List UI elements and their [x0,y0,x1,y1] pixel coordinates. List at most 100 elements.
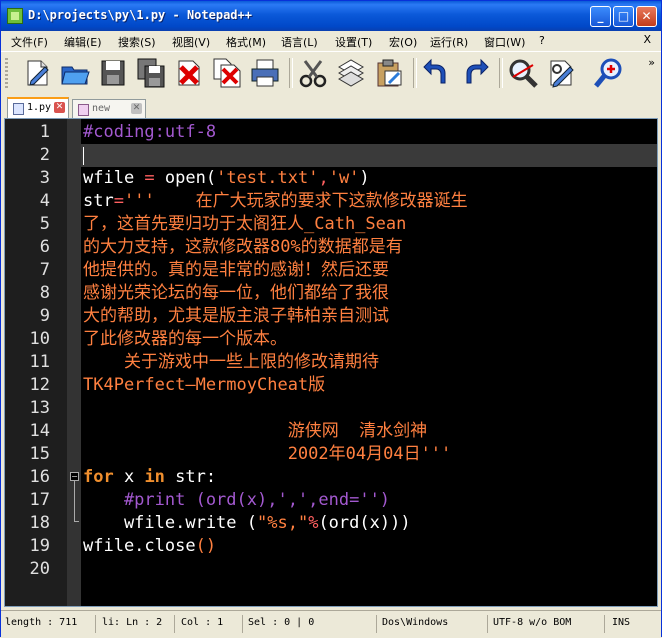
status-insert-mode[interactable]: INS [612,617,630,628]
line-number: 20 [29,559,50,579]
code-line-19: wfile.close() [83,535,216,558]
status-divider [487,615,488,633]
menu-search[interactable]: 搜索(S) [118,34,156,50]
line-number: 4 [39,191,50,211]
line-number: 13 [29,398,50,418]
title-bar[interactable]: D:\projects\py\1.py - Notepad++ _ □ ✕ [1,1,661,31]
status-selection: Sel : 0 | 0 [248,617,315,628]
operator-token: = [144,168,155,188]
find-icon[interactable] [507,57,539,89]
copy-icon[interactable] [335,57,367,89]
saved-file-icon [13,103,24,115]
tab-new[interactable]: new ✕ [72,99,146,118]
toolbar-grip[interactable] [5,58,8,88]
code-line-3: wfile = open('test.txt','w') [83,167,370,190]
call-token: (ord(x))) [318,513,411,533]
new-file-icon[interactable] [21,57,53,89]
menu-macro[interactable]: 宏(O) [389,34,417,50]
status-divider [376,615,377,633]
replace-icon[interactable] [545,57,577,89]
status-divider [95,615,96,633]
close-button[interactable]: ✕ [636,6,657,27]
undo-icon[interactable] [421,57,453,89]
tab-close-icon[interactable]: ✕ [131,103,142,114]
menu-run[interactable]: 运行(R) [430,34,468,50]
fold-line [74,481,75,521]
tab-close-icon[interactable]: ✕ [54,102,65,113]
fold-margin[interactable] [67,119,81,606]
paste-icon[interactable] [373,57,405,89]
paren-token: () [195,536,217,556]
tab-label: 1.py [27,102,52,113]
code-line-16: for x in str: [83,466,216,489]
toolbar-separator [499,58,503,88]
line-number: 5 [39,214,50,234]
line-number: 11 [29,352,50,372]
open-folder-icon[interactable] [59,57,91,89]
string-token: "%s," [257,513,309,533]
status-length: length : 711 [5,617,78,628]
status-divider [242,615,243,633]
menu-file[interactable]: 文件(F) [11,34,48,50]
fold-end-marker [74,521,79,522]
code-editor[interactable]: 1 2 3 4 5 6 7 8 9 10 11 12 13 14 15 16 1… [4,118,658,607]
code-line-15: 2002年04月04日''' [83,444,452,464]
menu-format[interactable]: 格式(M) [226,34,266,50]
code-line-7: 他提供的。真的是非常的感谢！然后还要 [83,260,389,280]
notepadpp-app-icon[interactable] [7,8,23,24]
menu-window[interactable]: 窗口(W) [484,34,525,50]
close-file-icon[interactable] [173,57,205,89]
menu-help[interactable]: ? [539,34,545,47]
line-number: 3 [39,168,50,188]
line-number: 14 [29,421,50,441]
paren-token: ) [359,168,370,188]
maximize-button[interactable]: □ [613,6,634,27]
cut-icon[interactable] [297,57,329,89]
line-number: 17 [29,490,50,510]
line-number: 12 [29,375,50,395]
code-line-18: wfile.write ("%s,"%(ord(x))) [83,512,411,535]
call-token: wfile.close [83,536,196,556]
zoom-in-icon[interactable] [593,57,625,89]
call-token: wfile.write ( [83,513,257,533]
line-number: 10 [29,329,50,349]
unsaved-file-icon [78,104,89,116]
status-eol-format[interactable]: Dos\Windows [382,617,448,628]
code-line-4: str=''' 在广大玩家的要求下这款修改器诞生 [83,190,468,213]
call-token: open( [154,168,217,188]
keyword-token: for [83,467,114,487]
tab-bar: 1.py ✕ new ✕ [1,96,661,118]
print-icon[interactable] [249,57,281,89]
fold-toggle-icon[interactable]: − [70,472,79,481]
identifier-token: wfile [83,168,145,188]
status-encoding[interactable]: UTF-8 w/o BOM [493,617,571,628]
code-line-6: 的大力支持，这款修改器80%的数据都是有 [83,237,403,257]
toolbar: » [1,51,661,97]
status-bar: length : 711 li: Ln : 2 Col : 1 Sel : 0 … [1,610,661,638]
menu-settings[interactable]: 设置(T) [335,34,372,50]
line-number: 18 [29,513,50,533]
minimize-button[interactable]: _ [590,6,611,27]
status-line: li: Ln : 2 [102,617,163,628]
menu-close-doc-button[interactable]: X [643,33,651,46]
keyword-token: in [144,467,165,487]
code-line-17: #print (ord(x),',',end='') [83,490,391,510]
close-all-icon[interactable] [211,57,243,89]
string-token: ''' 在广大玩家的要求下这款修改器诞生 [123,191,468,211]
menu-edit[interactable]: 编辑(E) [64,34,102,50]
toolbar-overflow-chevron-icon[interactable]: » [648,56,655,69]
line-number: 7 [39,260,50,280]
line-number: 2 [39,145,50,165]
operator-token: % [308,513,319,533]
tab-label: new [92,103,111,114]
text-caret [83,147,84,165]
tab-1-py[interactable]: 1.py ✕ [7,97,69,118]
menu-view[interactable]: 视图(V) [172,34,210,50]
menu-language[interactable]: 语言(L) [281,34,318,50]
redo-icon[interactable] [459,57,491,89]
save-all-icon[interactable] [135,57,167,89]
current-line-highlight [81,144,657,167]
string-token: 'w' [328,168,360,188]
operator-token: , [318,168,329,188]
save-icon[interactable] [97,57,129,89]
